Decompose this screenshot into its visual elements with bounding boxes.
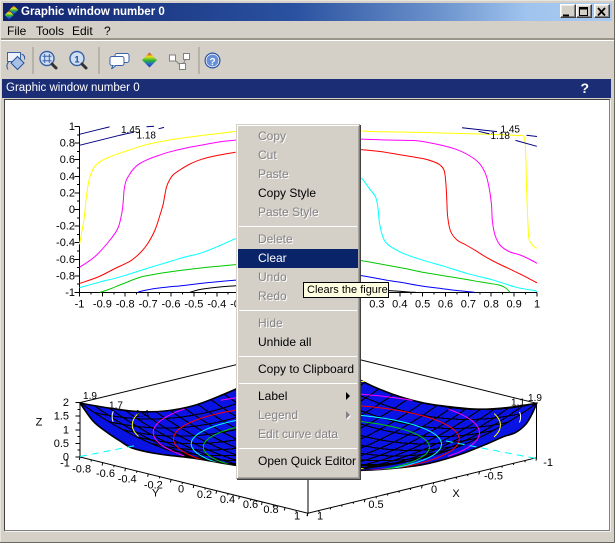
svg-text:-0.5: -0.5 [484, 471, 503, 483]
svg-text:1: 1 [317, 511, 323, 523]
svg-text:Y: Y [152, 488, 160, 500]
svg-text:0.6: 0.6 [438, 299, 453, 311]
svg-text:1.18: 1.18 [491, 131, 511, 142]
svg-text:-1: -1 [543, 457, 553, 469]
svg-text:-0.8: -0.8 [56, 270, 75, 282]
svg-text:0: 0 [431, 484, 437, 496]
svg-text:-1: -1 [75, 299, 85, 311]
svg-text:-1: -1 [65, 287, 75, 299]
svg-text:-0.4: -0.4 [207, 299, 226, 311]
svg-text:-0.6: -0.6 [96, 468, 115, 480]
svg-text:-0.9: -0.9 [93, 299, 112, 311]
svg-text:0: 0 [178, 484, 184, 496]
svg-text:1.4: 1.4 [135, 409, 149, 420]
svg-text:0.2: 0.2 [60, 187, 75, 199]
svg-text:1.5: 1.5 [54, 411, 69, 423]
svg-text:0.5: 0.5 [54, 438, 69, 450]
svg-text:0.4: 0.4 [220, 494, 235, 506]
svg-text:-0.4: -0.4 [118, 473, 137, 485]
svg-text:2: 2 [63, 397, 69, 409]
svg-text:1: 1 [69, 121, 75, 133]
svg-text:1.9: 1.9 [528, 393, 542, 404]
svg-text:-0.5: -0.5 [184, 299, 203, 311]
svg-text:X: X [452, 488, 460, 500]
svg-text:0.7: 0.7 [461, 299, 476, 311]
svg-text:-0.2: -0.2 [56, 221, 75, 233]
svg-text:-1: -1 [60, 458, 70, 470]
svg-text:0.2: 0.2 [197, 489, 212, 501]
svg-text:0.6: 0.6 [60, 154, 75, 166]
svg-text:0.3: 0.3 [369, 299, 384, 311]
svg-text:-0.7: -0.7 [139, 299, 158, 311]
svg-text:-0.6: -0.6 [162, 299, 181, 311]
svg-text:1.1: 1.1 [511, 398, 525, 409]
svg-text:0.4: 0.4 [392, 299, 407, 311]
svg-text:1: 1 [63, 424, 69, 436]
svg-text:0.8: 0.8 [263, 504, 278, 516]
svg-text:0.9: 0.9 [506, 299, 521, 311]
svg-text:1: 1 [294, 510, 300, 522]
svg-text:-0.4: -0.4 [56, 237, 75, 249]
svg-text:1.18: 1.18 [137, 131, 157, 142]
svg-text:0.5: 0.5 [368, 499, 383, 511]
svg-text:1.7: 1.7 [109, 401, 123, 412]
svg-text:0.6: 0.6 [243, 499, 258, 511]
svg-text:-0.8: -0.8 [72, 464, 91, 476]
svg-text:1: 1 [534, 299, 540, 311]
svg-text:-0.6: -0.6 [56, 254, 75, 266]
svg-text:0: 0 [69, 204, 75, 216]
svg-text:0.5: 0.5 [415, 299, 430, 311]
svg-text:0.4: 0.4 [60, 171, 75, 183]
svg-text:-0.8: -0.8 [116, 299, 135, 311]
svg-text:0.8: 0.8 [484, 299, 499, 311]
svg-text:0.8: 0.8 [60, 138, 75, 150]
svg-text:Z: Z [36, 417, 43, 429]
svg-text:1.9: 1.9 [83, 391, 97, 402]
